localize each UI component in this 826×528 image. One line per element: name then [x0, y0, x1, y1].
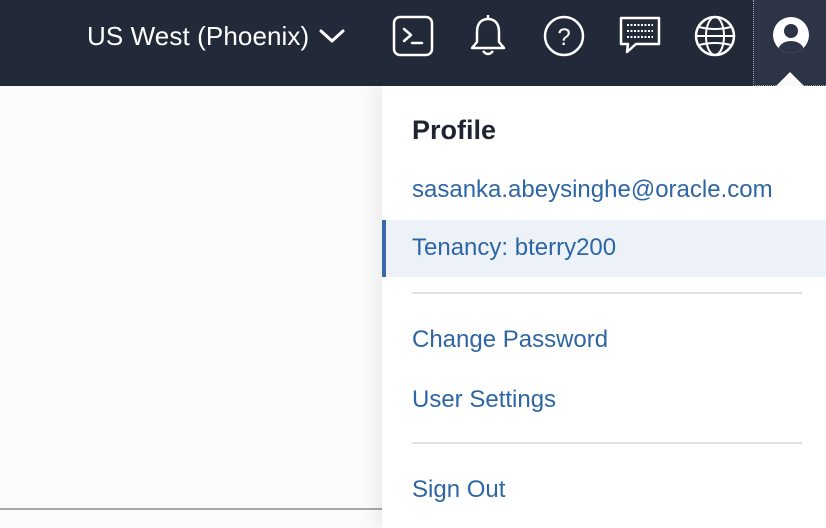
profile-dropdown-menu: Profile sasanka.abeysinghe@oracle.com Te… [382, 86, 826, 528]
globe-icon[interactable] [693, 14, 737, 58]
cloud-shell-icon[interactable] [391, 14, 435, 58]
chevron-down-icon [319, 28, 345, 49]
top-navigation-bar: US West (Phoenix) ? [0, 0, 826, 86]
menu-divider [412, 292, 802, 294]
chat-icon[interactable] [618, 14, 662, 58]
svg-text:?: ? [557, 24, 570, 51]
tenancy-label: Tenancy: bterry200 [412, 234, 617, 261]
user-avatar-icon [771, 15, 811, 60]
change-password-link[interactable]: Change Password [412, 326, 608, 354]
region-label: US West (Phoenix) [87, 20, 310, 51]
dropdown-caret [776, 72, 804, 86]
profile-title: Profile [412, 115, 497, 145]
region-selector[interactable]: US West (Phoenix) [87, 0, 345, 72]
content-divider [0, 508, 382, 510]
profile-email-link[interactable]: sasanka.abeysinghe@oracle.com [412, 176, 773, 204]
user-settings-link[interactable]: User Settings [412, 386, 556, 414]
bell-icon[interactable] [466, 14, 510, 58]
sign-out-link[interactable]: Sign Out [412, 476, 505, 504]
help-icon[interactable]: ? [542, 14, 586, 58]
tenancy-item[interactable]: Tenancy: bterry200 [382, 220, 826, 277]
menu-divider [412, 442, 802, 444]
